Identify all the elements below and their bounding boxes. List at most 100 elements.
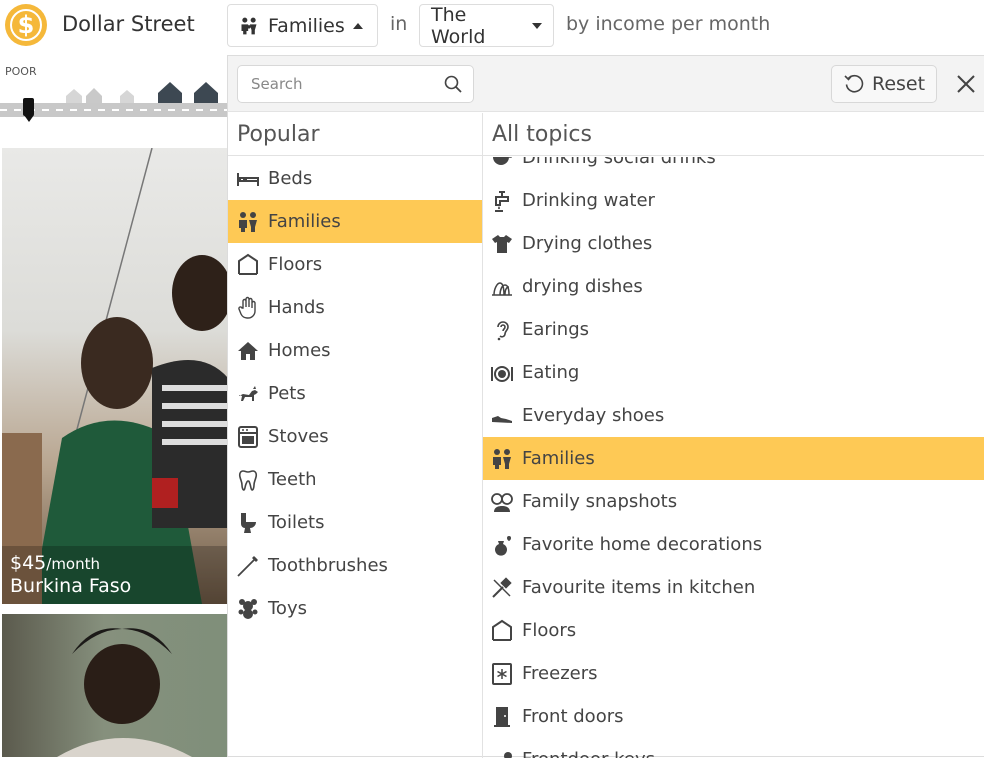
topic-item-label: Favorite home decorations [522, 534, 762, 555]
popular-item-stoves[interactable]: Stoves [228, 415, 482, 458]
tooth-icon [236, 468, 260, 492]
popular-item-homes[interactable]: Homes [228, 329, 482, 372]
tap-icon [490, 189, 514, 213]
topic-item-family-snapshots[interactable]: Family snapshots [483, 480, 984, 523]
topic-item-label: Family snapshots [522, 491, 677, 512]
popular-item-label: Stoves [268, 426, 329, 447]
in-label: in [390, 13, 407, 35]
popular-item-label: Floors [268, 254, 322, 275]
family-photo [2, 148, 228, 604]
all-topics-list[interactable]: Drinking social drinks Drinking water Dr… [483, 157, 984, 758]
logo-symbol: $ [10, 9, 42, 41]
pet-icon [236, 382, 260, 406]
topic-item-label: Eating [522, 362, 579, 383]
dollar-street-logo-icon[interactable]: $ [5, 4, 47, 46]
popular-item-label: Homes [268, 340, 331, 361]
family-photo-icon [490, 490, 514, 514]
close-icon[interactable] [954, 72, 978, 96]
cup-icon [490, 157, 514, 170]
topic-dropdown-panel: Reset Popular Beds Families Floors [227, 55, 984, 757]
vase-icon [490, 533, 514, 557]
popular-item-toothbrushes[interactable]: Toothbrushes [228, 544, 482, 587]
topic-item-floors[interactable]: Floors [483, 609, 984, 652]
floor-icon [490, 619, 514, 643]
topic-dropdown-button[interactable]: Families [227, 4, 378, 47]
app-title[interactable]: Dollar Street [62, 12, 195, 36]
topic-item-label: Everyday shoes [522, 405, 664, 426]
topic-item-frontdoor-keys[interactable]: Frontdoor keys [483, 738, 984, 758]
popular-item-label: Toothbrushes [268, 555, 388, 576]
plate-icon [490, 361, 514, 385]
topic-search-input[interactable] [249, 66, 439, 102]
topic-item-freezers[interactable]: Freezers [483, 652, 984, 695]
popular-item-label: Teeth [268, 469, 317, 490]
topic-item-favorite-home-decorations[interactable]: Favorite home decorations [483, 523, 984, 566]
popular-heading: Popular [228, 113, 482, 156]
topic-item-families[interactable]: Families [483, 437, 984, 480]
topic-item-label: drying dishes [522, 276, 643, 297]
popular-topics-list: Beds Families Floors Hands Homes Pets [228, 156, 482, 630]
search-icon[interactable] [444, 75, 462, 93]
topic-item-label: Favourite items in kitchen [522, 577, 755, 598]
topic-item-favourite-items-in-kitchen[interactable]: Favourite items in kitchen [483, 566, 984, 609]
popular-item-hands[interactable]: Hands [228, 286, 482, 329]
kitchen-utensils-icon [490, 576, 514, 600]
families-icon [239, 16, 259, 36]
popular-item-label: Families [268, 211, 341, 232]
topic-item-eating[interactable]: Eating [483, 351, 984, 394]
popular-item-teeth[interactable]: Teeth [228, 458, 482, 501]
popular-item-beds[interactable]: Beds [228, 157, 482, 200]
topic-item-earings[interactable]: Earings [483, 308, 984, 351]
key-icon [490, 748, 514, 758]
topic-item-label: Earings [522, 319, 589, 340]
shirt-icon [490, 232, 514, 256]
family-photo-card[interactable] [2, 148, 228, 604]
card-price: $45/month [10, 552, 100, 574]
reset-label: Reset [872, 73, 925, 95]
topic-item-drinking-social-drinks[interactable]: Drinking social drinks [483, 157, 984, 179]
popular-item-pets[interactable]: Pets [228, 372, 482, 415]
toy-icon [236, 597, 260, 621]
top-bar: $ Dollar Street Families in The World by… [0, 0, 984, 52]
topic-item-label: Families [522, 448, 595, 469]
popular-item-floors[interactable]: Floors [228, 243, 482, 286]
topic-item-drying-clothes[interactable]: Drying clothes [483, 222, 984, 265]
families-icon [236, 210, 260, 234]
family-photo-card[interactable] [2, 614, 228, 757]
hand-icon [236, 296, 260, 320]
sort-by-label: by income per month [566, 13, 770, 35]
toilet-icon [236, 511, 260, 535]
income-slider-handle[interactable] [23, 98, 34, 116]
topic-item-everyday-shoes[interactable]: Everyday shoes [483, 394, 984, 437]
topic-item-drying-dishes[interactable]: drying dishes [483, 265, 984, 308]
popular-item-families[interactable]: Families [228, 200, 482, 243]
stove-icon [236, 425, 260, 449]
popular-item-label: Toilets [268, 512, 324, 533]
families-icon [490, 447, 514, 471]
home-icon [236, 339, 260, 363]
region-dropdown-button[interactable]: The World [419, 4, 554, 47]
toothbrush-icon [236, 554, 260, 578]
freezer-icon [490, 662, 514, 686]
house-icons-dark [158, 81, 228, 105]
popular-item-label: Pets [268, 383, 306, 404]
topic-item-label: Drying clothes [522, 233, 652, 254]
card-price-unit: /month [46, 555, 100, 573]
topic-search-box[interactable] [237, 65, 474, 103]
topic-item-front-doors[interactable]: Front doors [483, 695, 984, 738]
shoe-icon [490, 404, 514, 428]
topic-item-drinking-water[interactable]: Drinking water [483, 179, 984, 222]
income-scale-dashes [0, 109, 230, 111]
popular-item-toys[interactable]: Toys [228, 587, 482, 630]
popular-item-label: Toys [268, 598, 307, 619]
reset-button[interactable]: Reset [831, 65, 937, 103]
topic-item-label: Drinking social drinks [522, 157, 716, 168]
bed-icon [236, 167, 260, 191]
topic-item-label: Freezers [522, 663, 598, 684]
popular-item-toilets[interactable]: Toilets [228, 501, 482, 544]
topic-item-label: Front doors [522, 706, 623, 727]
door-icon [490, 705, 514, 729]
caret-up-icon [353, 23, 363, 29]
reset-icon [843, 73, 865, 95]
topic-item-label: Floors [522, 620, 576, 641]
